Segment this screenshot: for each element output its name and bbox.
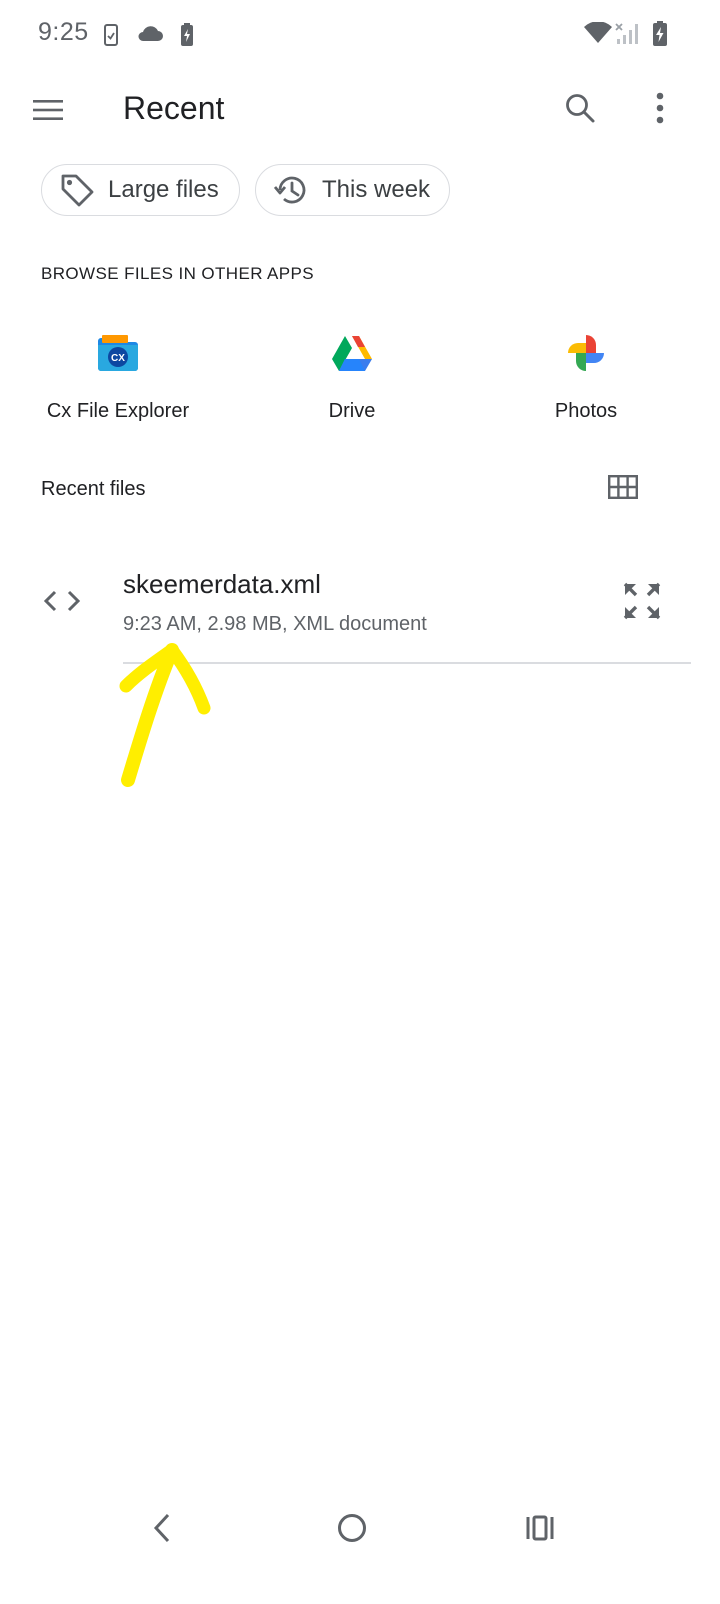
signal-icon bbox=[614, 20, 640, 51]
google-drive-icon bbox=[325, 326, 379, 380]
recent-files-header: Recent files bbox=[41, 478, 146, 500]
app-tile-photos[interactable]: Photos bbox=[486, 326, 686, 436]
app-tile-cx-file-explorer[interactable]: CX Cx File Explorer bbox=[18, 326, 218, 436]
annotation-arrow bbox=[100, 630, 230, 805]
code-icon bbox=[40, 581, 84, 621]
top-app-bar: Recent bbox=[0, 70, 720, 150]
more-vert-icon[interactable] bbox=[636, 84, 684, 132]
menu-icon[interactable] bbox=[24, 86, 72, 134]
home-icon[interactable] bbox=[328, 1504, 376, 1552]
svg-text:CX: CX bbox=[111, 353, 125, 364]
back-icon[interactable] bbox=[138, 1504, 186, 1552]
wifi-icon bbox=[584, 21, 612, 49]
chip-label: This week bbox=[322, 176, 431, 203]
page-title: Recent bbox=[123, 90, 225, 126]
cloud-icon bbox=[137, 25, 163, 47]
chip-large-files[interactable]: Large files bbox=[41, 164, 240, 216]
search-icon[interactable] bbox=[556, 84, 604, 132]
battery-saver-icon bbox=[180, 23, 194, 52]
phone-check-icon bbox=[104, 24, 118, 51]
grid-view-icon[interactable] bbox=[600, 464, 646, 510]
status-time: 9:25 bbox=[38, 18, 89, 46]
label-tag-icon bbox=[58, 171, 96, 209]
system-nav-bar bbox=[0, 1490, 720, 1564]
app-tile-label: Cx File Explorer bbox=[46, 400, 190, 422]
history-icon bbox=[272, 171, 310, 209]
chip-this-week[interactable]: This week bbox=[255, 164, 450, 216]
recents-icon[interactable] bbox=[516, 1504, 564, 1552]
fullscreen-icon[interactable] bbox=[616, 577, 668, 625]
app-tile-drive[interactable]: Drive bbox=[252, 326, 452, 436]
google-photos-icon bbox=[559, 326, 613, 380]
cx-file-explorer-icon: CX bbox=[91, 326, 145, 380]
app-tile-label: Photos bbox=[554, 400, 618, 422]
status-bar: 9:25 bbox=[0, 0, 720, 70]
browse-section-header: BROWSE FILES IN OTHER APPS bbox=[41, 264, 315, 283]
chip-label: Large files bbox=[108, 176, 219, 203]
file-name: skeemerdata.xml bbox=[123, 569, 321, 599]
battery-charging-icon bbox=[652, 21, 668, 52]
app-tile-label: Drive bbox=[328, 400, 376, 422]
